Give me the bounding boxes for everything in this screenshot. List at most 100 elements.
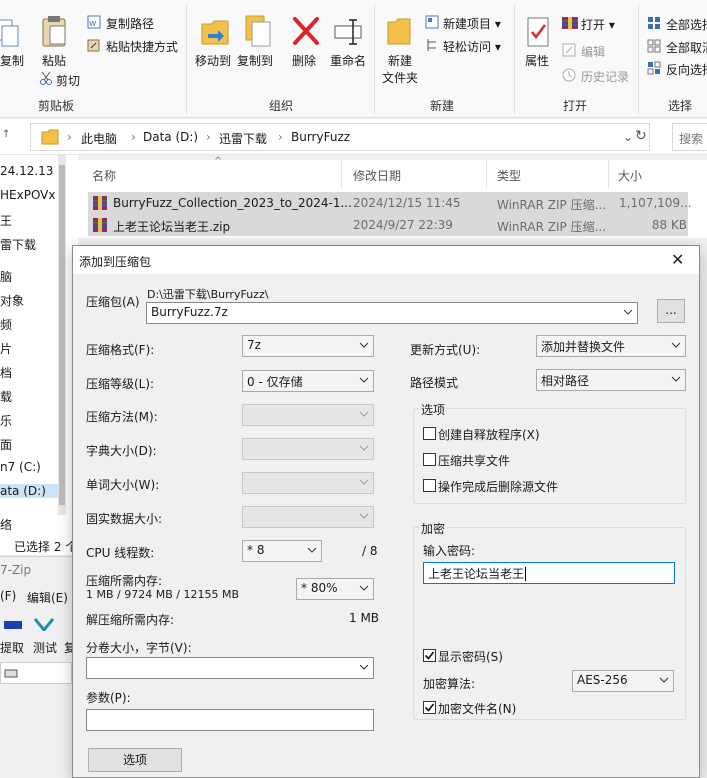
chevron-right-icon: › [67, 130, 72, 144]
rename-button[interactable]: 重命名 [330, 52, 366, 69]
open-button[interactable]: 打开 ▾ [581, 16, 615, 33]
nav-item[interactable]: 脑 [0, 268, 12, 285]
shared-checkbox[interactable] [423, 453, 436, 466]
sevenzip-path-field[interactable] [0, 662, 72, 684]
breadcrumb-xunlei[interactable]: 迅雷下载 [219, 130, 267, 147]
address-bar[interactable]: › 此电脑 › Data (D:) › 迅雷下载 › BurryFuzz ⌄ [30, 123, 650, 151]
nav-item[interactable]: n7 (C:) [0, 460, 41, 474]
update-value: 添加并替换文件 [541, 340, 626, 354]
chevron-down-icon[interactable]: ⌄ [623, 130, 633, 144]
status-selected-count: 已选择 2 个 [14, 540, 78, 554]
nav-item[interactable]: 载 [0, 388, 12, 405]
checkmark-icon [424, 651, 435, 660]
chevron-down-icon [359, 664, 369, 670]
file-row[interactable]: 上老王论坛当老王.zip 2024/9/27 22:39 WinRAR ZIP … [88, 214, 688, 236]
pathmode-value: 相对路径 [541, 374, 590, 388]
word-select[interactable] [242, 472, 374, 494]
scissors-icon [39, 71, 53, 85]
update-select[interactable]: 添加并替换文件 [536, 335, 686, 357]
decomp-value: 1 MB [349, 611, 380, 625]
select-none-button[interactable]: 全部取消 [666, 39, 707, 56]
copy-to-button[interactable]: 复制到 [237, 52, 273, 69]
method-select[interactable] [242, 404, 374, 426]
breadcrumb-drive-d[interactable]: Data (D:) [143, 130, 198, 144]
extract-button[interactable]: 提取 [0, 639, 24, 656]
nav-scrollbar[interactable] [58, 155, 66, 515]
history-button[interactable]: 历史记录 [581, 68, 629, 85]
pathmode-select[interactable]: 相对路径 [536, 369, 686, 391]
nav-item[interactable]: HExPOVx [0, 188, 56, 202]
chevron-down-icon [659, 677, 669, 683]
sevenzip-window: 7-Zip (F) 编辑(E) 提取 测试 复 [0, 556, 76, 778]
delete-after-checkbox[interactable] [423, 479, 436, 492]
new-item-button[interactable]: 新建项目 ▾ [443, 15, 501, 32]
nav-item[interactable]: 面 [0, 436, 12, 453]
nav-item[interactable]: 频 [0, 316, 12, 333]
move-to-button[interactable]: 移动到 [195, 52, 231, 69]
show-password-checkbox[interactable] [423, 649, 436, 662]
encrypt-names-label: 加密文件名(N) [438, 702, 517, 716]
format-select[interactable]: 7z [242, 335, 374, 357]
nav-item[interactable]: 片 [0, 340, 12, 357]
test-button[interactable]: 测试 [33, 639, 57, 656]
properties-button[interactable]: 属性 [525, 52, 549, 69]
column-name[interactable]: 名称 [92, 167, 116, 184]
chevron-right-icon: › [131, 130, 136, 144]
file-name: BurryFuzz_Collection_2023_to_2024-1... [113, 196, 352, 210]
edit-button[interactable]: 编辑 [581, 43, 605, 60]
browse-button[interactable]: ... [657, 299, 685, 323]
nav-item[interactable]: 乐 [0, 412, 12, 429]
enc-method-select[interactable]: AES-256 [572, 670, 674, 692]
breadcrumb-burryfuzz[interactable]: BurryFuzz [291, 130, 350, 144]
menu-edit[interactable]: 编辑(E) [27, 589, 68, 606]
options-button[interactable]: 选项 [88, 748, 182, 772]
password-input[interactable]: 上老王论坛当老王 [423, 562, 675, 584]
refresh-icon[interactable]: ↻ [635, 128, 647, 144]
sfx-checkbox[interactable] [423, 427, 436, 440]
new-folder-button-line2[interactable]: 文件夹 [382, 69, 418, 86]
mem-percent-select[interactable]: * 80% [296, 578, 374, 600]
nav-item[interactable]: 对象 [0, 292, 24, 309]
file-row[interactable]: BurryFuzz_Collection_2023_to_2024-1... 2… [88, 192, 692, 214]
close-icon[interactable]: ✕ [671, 250, 684, 269]
params-input[interactable] [86, 709, 374, 731]
chevron-down-icon [359, 377, 369, 383]
level-select[interactable]: 0 - 仅存储 [242, 370, 374, 392]
chevron-down-icon [623, 309, 633, 315]
nav-item[interactable]: 王 [0, 212, 12, 229]
password-value: 上老王论坛当老王 [428, 567, 525, 581]
breadcrumb-this-pc[interactable]: 此电脑 [81, 130, 117, 147]
column-size[interactable]: 大小 [618, 167, 642, 184]
copy-path-button[interactable]: 复制路径 [106, 15, 154, 32]
search-input[interactable]: 搜索 [672, 123, 707, 151]
up-arrow-icon[interactable]: ↑ [2, 129, 10, 140]
nav-item-selected[interactable]: ata (D:) [0, 484, 58, 498]
delete-button[interactable]: 删除 [292, 52, 316, 69]
archive-name-input[interactable]: BurryFuzz.7z [146, 302, 638, 324]
paste-shortcut-button[interactable]: 粘贴快捷方式 [106, 38, 178, 55]
nav-item[interactable]: 络 [0, 516, 12, 533]
nav-item[interactable]: 24.12.13 [0, 164, 53, 178]
dict-select[interactable] [242, 438, 374, 460]
threads-select[interactable]: * 8 [242, 540, 322, 562]
menu-file[interactable]: (F) [0, 589, 16, 603]
organize-group-label: 组织 [269, 99, 294, 113]
solid-select[interactable] [242, 506, 374, 528]
cut-button[interactable]: 剪切 [56, 72, 80, 89]
column-type[interactable]: 类型 [497, 167, 521, 184]
easy-access-button[interactable]: 轻松访问 ▾ [443, 38, 501, 55]
split-select[interactable] [86, 657, 374, 679]
edit-icon [562, 43, 576, 57]
chevron-down-icon [359, 513, 369, 519]
encrypt-names-checkbox[interactable] [423, 701, 436, 714]
new-folder-button-line1[interactable]: 新建 [388, 52, 412, 69]
select-all-button[interactable]: 全部选择 [666, 16, 707, 33]
nav-item[interactable]: 雷下载 [0, 236, 36, 253]
invert-selection-button[interactable]: 反向选择 [666, 61, 707, 78]
easy-access-label: 轻松访问 [443, 40, 492, 54]
paste-button[interactable]: 粘贴 [42, 52, 66, 69]
copy-button[interactable]: 复制 [0, 52, 24, 69]
nav-item[interactable]: 档 [0, 364, 12, 381]
pathmode-label: 路径模式 [410, 376, 459, 390]
column-date[interactable]: 修改日期 [353, 167, 401, 184]
